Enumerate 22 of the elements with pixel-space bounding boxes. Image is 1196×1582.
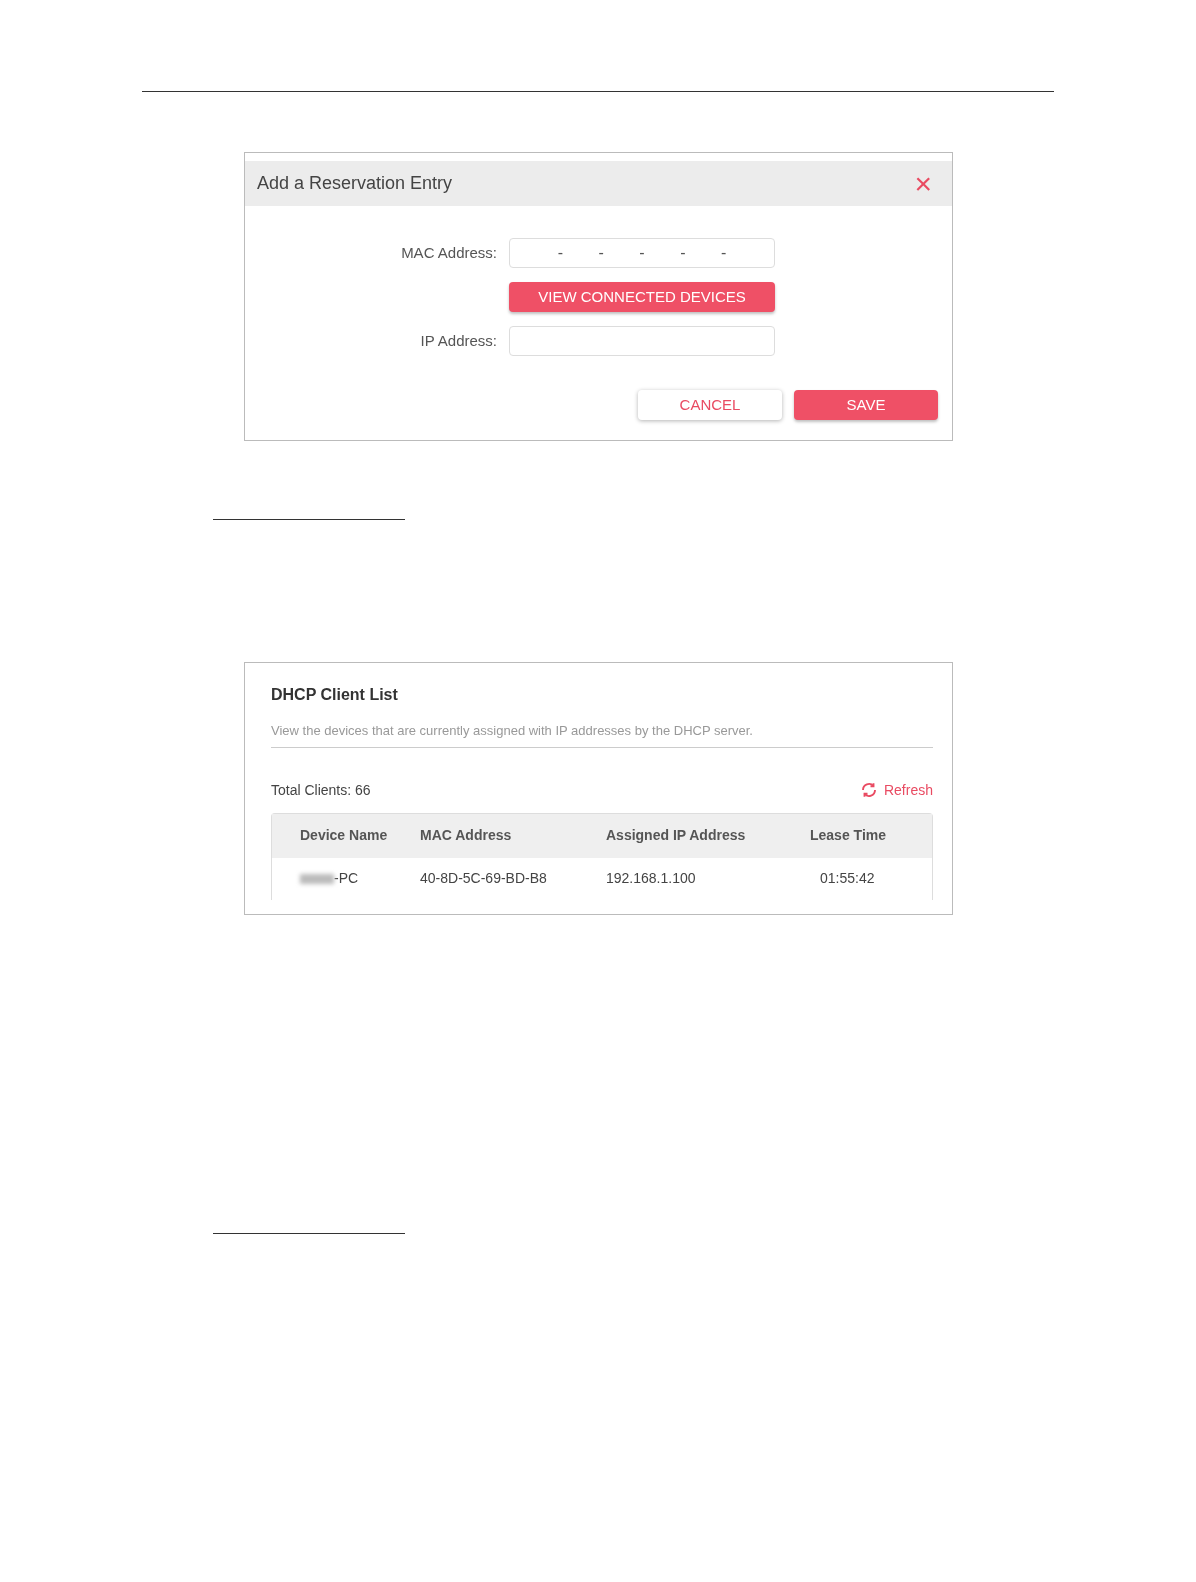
dialog-title: Add a Reservation Entry [257,172,453,195]
panel-title: DHCP Client List [271,685,399,705]
save-button[interactable]: SAVE [794,390,938,420]
column-header: MAC Address [420,826,513,845]
column-header: Assigned IP Address [606,826,747,845]
ip-address-field[interactable] [509,326,775,356]
mac-address-field[interactable]: - - - - - [509,238,775,268]
table-cell-text: 40-8D-5C-69-BD-B8 [420,869,548,888]
refresh-icon [859,781,878,799]
table-cell-text: -PC [334,869,359,888]
view-connected-devices-button[interactable]: VIEW CONNECTED DEVICES [509,282,775,312]
table-cell-text: 192.168.1.100 [606,869,697,888]
refresh-button[interactable]: Refresh [859,779,933,801]
column-header: Device Name [300,826,389,845]
table-cell-text: 01:55:42 [820,869,875,888]
cancel-button[interactable]: CANCEL [638,390,782,420]
column-header: Lease Time [810,826,886,845]
total-clients-text: Total Clients: 66 [271,780,371,800]
field-label: MAC Address: [400,242,498,263]
panel-description: View the devices that are currently assigned with IP addresses by the DHCP server. [271,721,933,748]
close-button[interactable]: × [914,168,932,199]
field-label: IP Address: [419,330,498,351]
